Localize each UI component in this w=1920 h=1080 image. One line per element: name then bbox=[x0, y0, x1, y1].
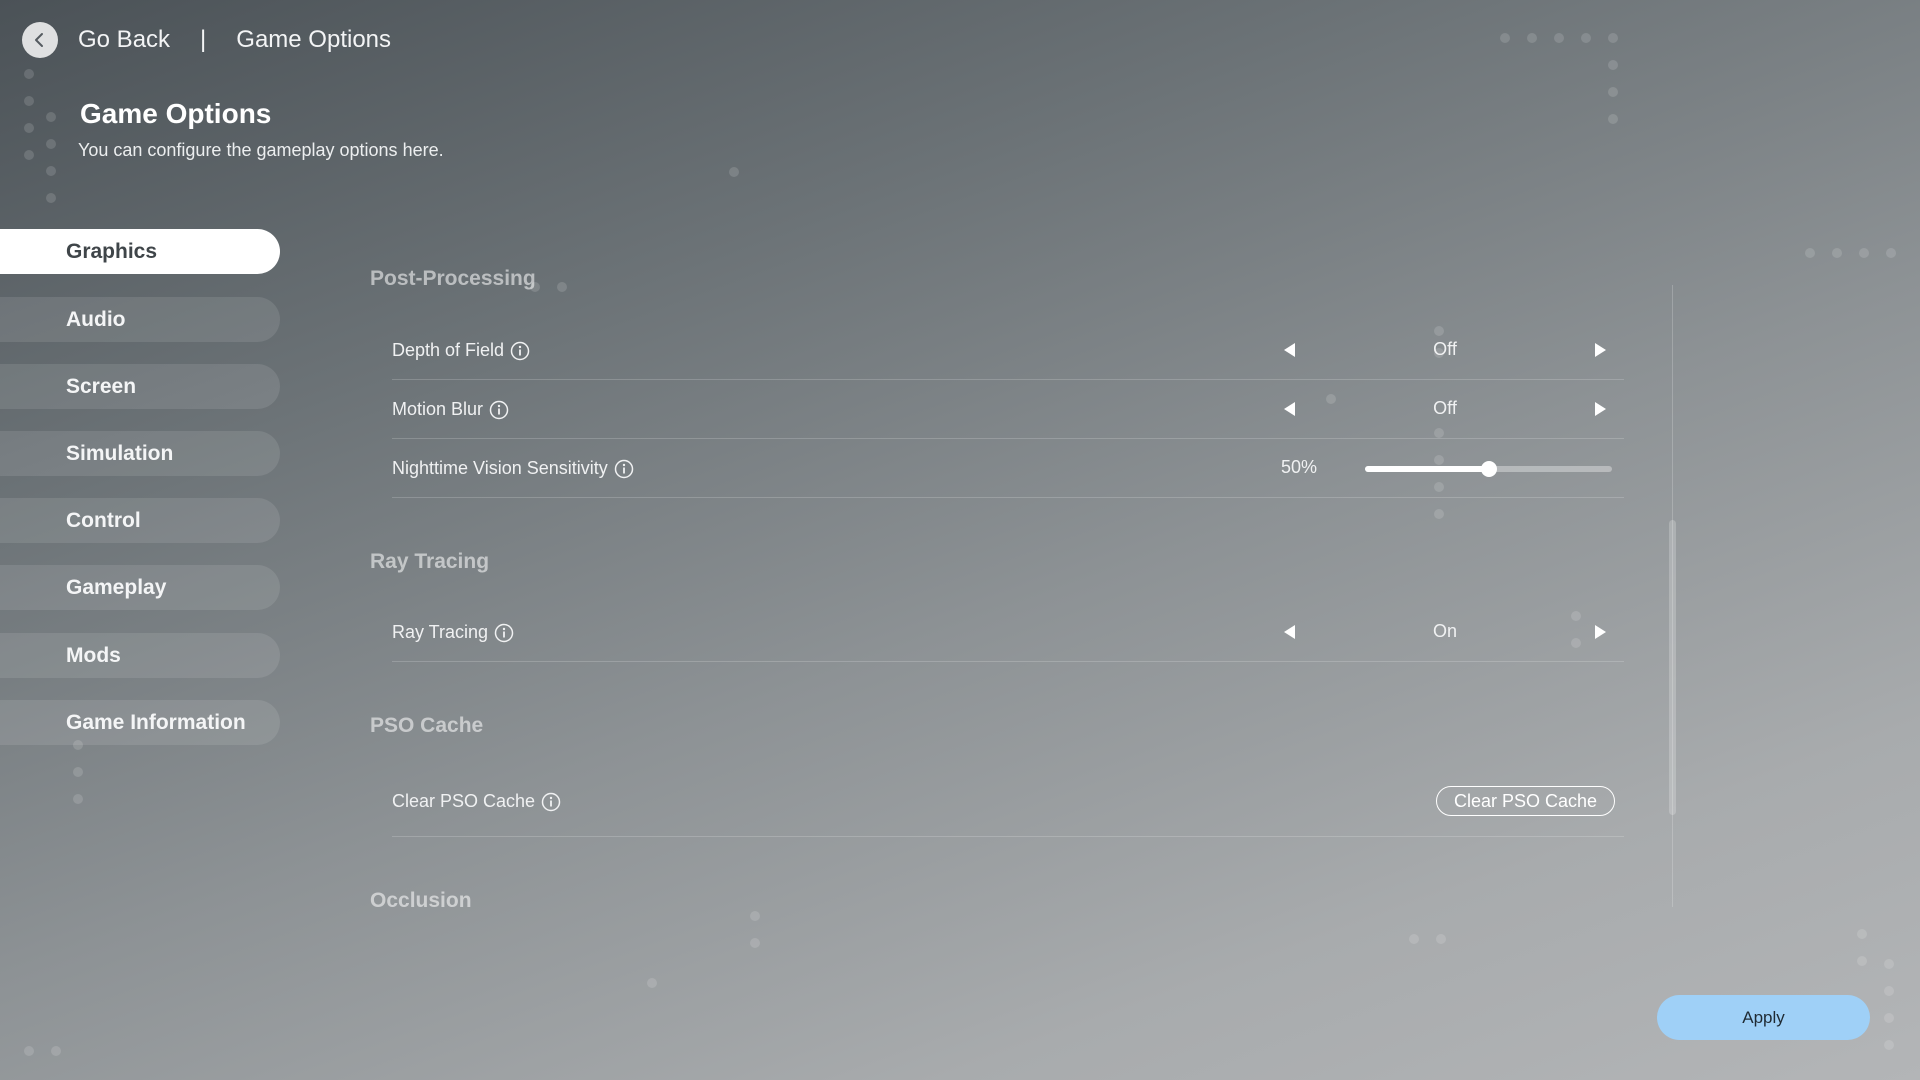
breadcrumb-current: Game Options bbox=[236, 26, 392, 53]
scrollbar-thumb[interactable] bbox=[1669, 520, 1676, 815]
info-icon[interactable] bbox=[510, 341, 530, 361]
sidebar-item-screen[interactable]: Screen bbox=[0, 364, 280, 409]
info-icon[interactable] bbox=[614, 459, 634, 479]
option-value: Off bbox=[1433, 339, 1457, 359]
page-subtitle: You can configure the gameplay options h… bbox=[78, 140, 444, 160]
chevron-left-icon bbox=[32, 32, 48, 48]
triangle-right-icon bbox=[1594, 625, 1606, 639]
slider-fill bbox=[1365, 466, 1489, 472]
sidebar-item-audio[interactable]: Audio bbox=[0, 297, 280, 342]
option-value: Off bbox=[1433, 398, 1457, 418]
slider-value: 50% bbox=[1281, 457, 1318, 477]
next-option-button[interactable] bbox=[1590, 622, 1610, 642]
sidebar-item-game-information[interactable]: Game Information bbox=[0, 700, 280, 745]
sensitivity-slider[interactable] bbox=[1365, 461, 1612, 477]
breadcrumb: Go Back | Game Options bbox=[78, 22, 391, 58]
section-title-pso-cache: PSO Cache bbox=[370, 714, 484, 737]
sidebar-item-graphics[interactable]: Graphics bbox=[0, 229, 280, 274]
setting-label: Motion Blur bbox=[392, 399, 484, 419]
previous-option-button[interactable] bbox=[1280, 340, 1300, 360]
triangle-left-icon bbox=[1284, 343, 1296, 357]
section-title-post-processing: Post-Processing bbox=[370, 267, 536, 290]
page-title: Game Options bbox=[80, 98, 272, 129]
setting-label: Depth of Field bbox=[392, 340, 505, 360]
setting-row-ray-tracing: Ray Tracing On bbox=[392, 604, 1624, 662]
option-value: On bbox=[1432, 621, 1457, 641]
next-option-button[interactable] bbox=[1590, 399, 1610, 419]
setting-row-motion-blur: Motion Blur Off bbox=[392, 381, 1624, 439]
triangle-left-icon bbox=[1284, 402, 1296, 416]
section-title-ray-tracing: Ray Tracing bbox=[370, 550, 490, 573]
info-icon[interactable] bbox=[494, 623, 514, 643]
setting-row-clear-pso-cache: Clear PSO Cache Clear PSO Cache bbox=[392, 774, 1624, 837]
previous-option-button[interactable] bbox=[1280, 399, 1300, 419]
go-back-link[interactable]: Go Back bbox=[78, 26, 170, 54]
sidebar-item-control[interactable]: Control bbox=[0, 498, 280, 543]
triangle-right-icon bbox=[1594, 402, 1606, 416]
go-back-button[interactable] bbox=[22, 22, 58, 58]
apply-button[interactable]: Apply bbox=[1657, 995, 1870, 1040]
info-icon[interactable] bbox=[541, 792, 561, 812]
next-option-button[interactable] bbox=[1590, 340, 1610, 360]
setting-label: Clear PSO Cache bbox=[392, 791, 536, 811]
section-title-occlusion: Occlusion bbox=[370, 889, 472, 912]
slider-handle[interactable] bbox=[1480, 461, 1497, 477]
clear-pso-cache-button[interactable]: Clear PSO Cache bbox=[1436, 786, 1616, 816]
breadcrumb-separator: | bbox=[200, 26, 207, 53]
sidebar-item-simulation[interactable]: Simulation bbox=[0, 431, 280, 476]
previous-option-button[interactable] bbox=[1280, 622, 1300, 642]
setting-label: Ray Tracing bbox=[392, 622, 489, 642]
setting-row-depth-of-field: Depth of Field Off bbox=[392, 326, 1624, 380]
triangle-right-icon bbox=[1594, 343, 1606, 357]
setting-row-nighttime-vision-sensitivity: Nighttime Vision Sensitivity 50% bbox=[392, 440, 1624, 498]
info-icon[interactable] bbox=[489, 400, 509, 420]
sidebar-item-mods[interactable]: Mods bbox=[0, 633, 280, 678]
triangle-left-icon bbox=[1284, 625, 1296, 639]
sidebar-item-gameplay[interactable]: Gameplay bbox=[0, 565, 280, 610]
setting-label: Nighttime Vision Sensitivity bbox=[392, 458, 608, 478]
